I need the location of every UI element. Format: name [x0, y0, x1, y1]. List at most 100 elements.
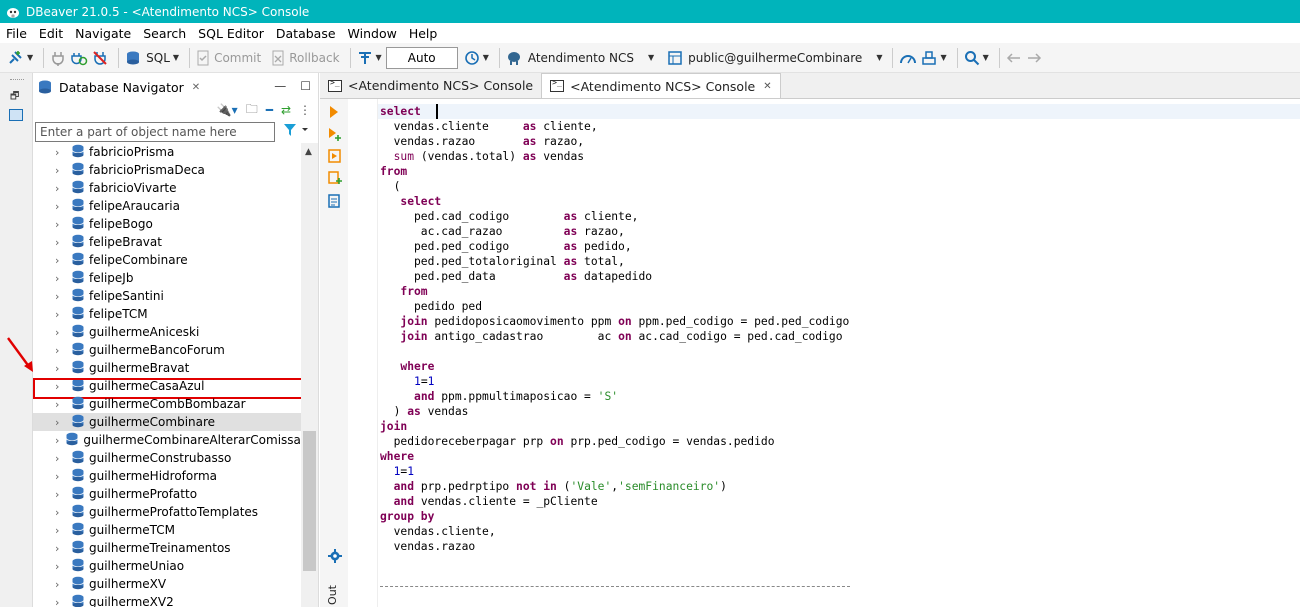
tree-item-guilhermeAniceski[interactable]: › guilhermeAniceski: [33, 323, 301, 341]
tree-item-guilhermeXV[interactable]: › guilhermeXV: [33, 575, 301, 593]
code-line[interactable]: vendas.cliente as cliente,: [380, 119, 1295, 134]
tree-item-guilhermeBravat[interactable]: › guilhermeBravat: [33, 359, 301, 377]
collapse-all-icon[interactable]: ━: [266, 103, 273, 117]
execute-script-icon[interactable]: [328, 149, 342, 166]
tree-item-felipeTCM[interactable]: › felipeTCM: [33, 305, 301, 323]
chevron-right-icon[interactable]: ›: [55, 344, 65, 357]
code-line[interactable]: pedidoreceberpagar prp on prp.ped_codigo…: [380, 434, 1295, 449]
code-line[interactable]: from: [380, 164, 1295, 179]
tools-button[interactable]: ▼: [921, 46, 947, 70]
menu-search[interactable]: Search: [137, 26, 192, 41]
new-folder-icon[interactable]: 🗀: [246, 100, 258, 121]
chevron-right-icon[interactable]: ›: [55, 560, 65, 573]
chevron-right-icon[interactable]: ›: [55, 218, 65, 231]
link-with-editor-icon[interactable]: ⇄: [281, 103, 291, 117]
explain-plan-icon[interactable]: [328, 194, 340, 211]
execute-statement-icon[interactable]: [328, 105, 340, 122]
code-line[interactable]: (: [380, 179, 1295, 194]
chevron-right-icon[interactable]: ›: [55, 326, 65, 339]
code-line[interactable]: ac.cad_razao as razao,: [380, 224, 1295, 239]
code-line[interactable]: ped.ped_codigo as pedido,: [380, 239, 1295, 254]
code-line[interactable]: 1=1: [380, 464, 1295, 479]
chevron-right-icon[interactable]: ›: [55, 578, 65, 591]
tree-item-guilhermeCombBombazar[interactable]: › guilhermeCombBombazar: [33, 395, 301, 413]
disconnect-button[interactable]: [92, 46, 108, 70]
tree-item-guilhermeXV2[interactable]: › guilhermeXV2: [33, 593, 301, 607]
code-line[interactable]: ped.ped_data as datapedido: [380, 269, 1295, 284]
code-line[interactable]: join antigo_cadastrao ac on ac.cad_codig…: [380, 329, 1295, 344]
chevron-right-icon[interactable]: ›: [55, 470, 65, 483]
chevron-right-icon[interactable]: ›: [55, 182, 65, 195]
chevron-down-icon[interactable]: ▼: [983, 53, 989, 62]
navigate-forward-button[interactable]: [1026, 46, 1042, 70]
menu-help[interactable]: Help: [403, 26, 444, 41]
chevron-right-icon[interactable]: ›: [55, 308, 65, 321]
chevron-right-icon[interactable]: ›: [55, 434, 59, 447]
chevron-right-icon[interactable]: ›: [55, 254, 65, 267]
chevron-right-icon[interactable]: ›: [55, 362, 65, 375]
tree-item-fabricioPrisma[interactable]: › fabricioPrisma: [33, 143, 301, 161]
chevron-down-icon[interactable]: ▼: [27, 53, 33, 62]
navigator-filter-input[interactable]: Enter a part of object name here: [35, 122, 275, 142]
tree-item-guilhermeConstrubasso[interactable]: › guilhermeConstrubasso: [33, 449, 301, 467]
transaction-mode-button[interactable]: ▼: [357, 46, 382, 70]
database-navigator-tab[interactable]: Database Navigator ✕ — ☐: [33, 75, 319, 99]
scroll-up-icon[interactable]: ▲: [305, 147, 312, 157]
chevron-right-icon[interactable]: ›: [55, 398, 65, 411]
editor-tab-console-2[interactable]: <Atendimento NCS> Console ✕: [541, 73, 781, 98]
tree-item-fabricioPrismaDeca[interactable]: › fabricioPrismaDeca: [33, 161, 301, 179]
tree-item-felipeBogo[interactable]: › felipeBogo: [33, 215, 301, 233]
code-line[interactable]: and ppm.ppmultimaposicao = 'S': [380, 389, 1295, 404]
rollback-button[interactable]: Rollback: [271, 46, 340, 70]
settings-gear-icon[interactable]: [328, 549, 342, 566]
chevron-down-icon[interactable]: ▼: [483, 53, 489, 62]
tree-item-felipeBravat[interactable]: › felipeBravat: [33, 233, 301, 251]
chevron-right-icon[interactable]: ›: [55, 164, 65, 177]
code-line[interactable]: select: [380, 104, 1295, 119]
code-line[interactable]: select: [380, 194, 1295, 209]
history-button[interactable]: ▼: [464, 46, 489, 70]
code-line[interactable]: sum (vendas.total) as vendas: [380, 149, 1295, 164]
close-icon[interactable]: ✕: [763, 81, 771, 92]
filter-icon[interactable]: [283, 123, 309, 140]
code-line[interactable]: and prp.pedrptipo not in ('Vale','semFin…: [380, 479, 1295, 494]
menu-edit[interactable]: Edit: [33, 26, 69, 41]
search-button[interactable]: ▼: [964, 46, 989, 70]
code-line[interactable]: ) as vendas: [380, 404, 1295, 419]
code-line[interactable]: where: [380, 359, 1295, 374]
chevron-right-icon[interactable]: ›: [55, 146, 65, 159]
chevron-right-icon[interactable]: ›: [55, 596, 65, 607]
chevron-right-icon[interactable]: ›: [55, 488, 65, 501]
sql-editor-button[interactable]: SQL ▼: [125, 46, 179, 70]
tree-item-guilhermeCasaAzul[interactable]: › guilhermeCasaAzul: [33, 377, 301, 399]
chevron-right-icon[interactable]: ›: [55, 380, 65, 393]
code-line[interactable]: group by: [380, 509, 1295, 524]
tree-item-guilhermeBancoForum[interactable]: › guilhermeBancoForum: [33, 341, 301, 359]
tree-item-fabricioVivarte[interactable]: › fabricioVivarte: [33, 179, 301, 197]
tree-item-felipeCombinare[interactable]: › felipeCombinare: [33, 251, 301, 269]
chevron-right-icon[interactable]: ›: [55, 524, 65, 537]
minimized-view-icon[interactable]: [9, 109, 23, 121]
chevron-down-icon[interactable]: ▼: [940, 53, 946, 62]
menu-sql-editor[interactable]: SQL Editor: [192, 26, 270, 41]
execute-new-tab-icon[interactable]: [328, 127, 342, 144]
chevron-right-icon[interactable]: ›: [55, 452, 65, 465]
code-line[interactable]: and vendas.cliente = _pCliente: [380, 494, 1295, 509]
transaction-mode-field[interactable]: Auto: [385, 46, 458, 69]
sql-editor[interactable]: select vendas.cliente as cliente, vendas…: [380, 104, 1295, 554]
active-connection-selector[interactable]: Atendimento NCS ▼: [506, 46, 654, 70]
chevron-right-icon[interactable]: ›: [55, 290, 65, 303]
chevron-right-icon[interactable]: ›: [55, 506, 65, 519]
code-line[interactable]: pedido ped: [380, 299, 1295, 314]
chevron-down-icon[interactable]: ▼: [876, 53, 882, 62]
code-line[interactable]: join: [380, 419, 1295, 434]
navigator-scrollbar[interactable]: ▲: [301, 143, 318, 607]
reconnect-button[interactable]: [70, 46, 88, 70]
tree-item-guilhermeProfatto[interactable]: › guilhermeProfatto: [33, 485, 301, 503]
restore-icon[interactable]: 🗗: [10, 89, 19, 106]
tree-item-guilhermeProfattoTemplates[interactable]: › guilhermeProfattoTemplates: [33, 503, 301, 521]
output-tab[interactable]: Out: [326, 585, 339, 605]
code-line[interactable]: [380, 344, 1295, 359]
more-options-icon[interactable]: ⋮: [299, 103, 311, 117]
close-icon[interactable]: ✕: [192, 82, 200, 93]
